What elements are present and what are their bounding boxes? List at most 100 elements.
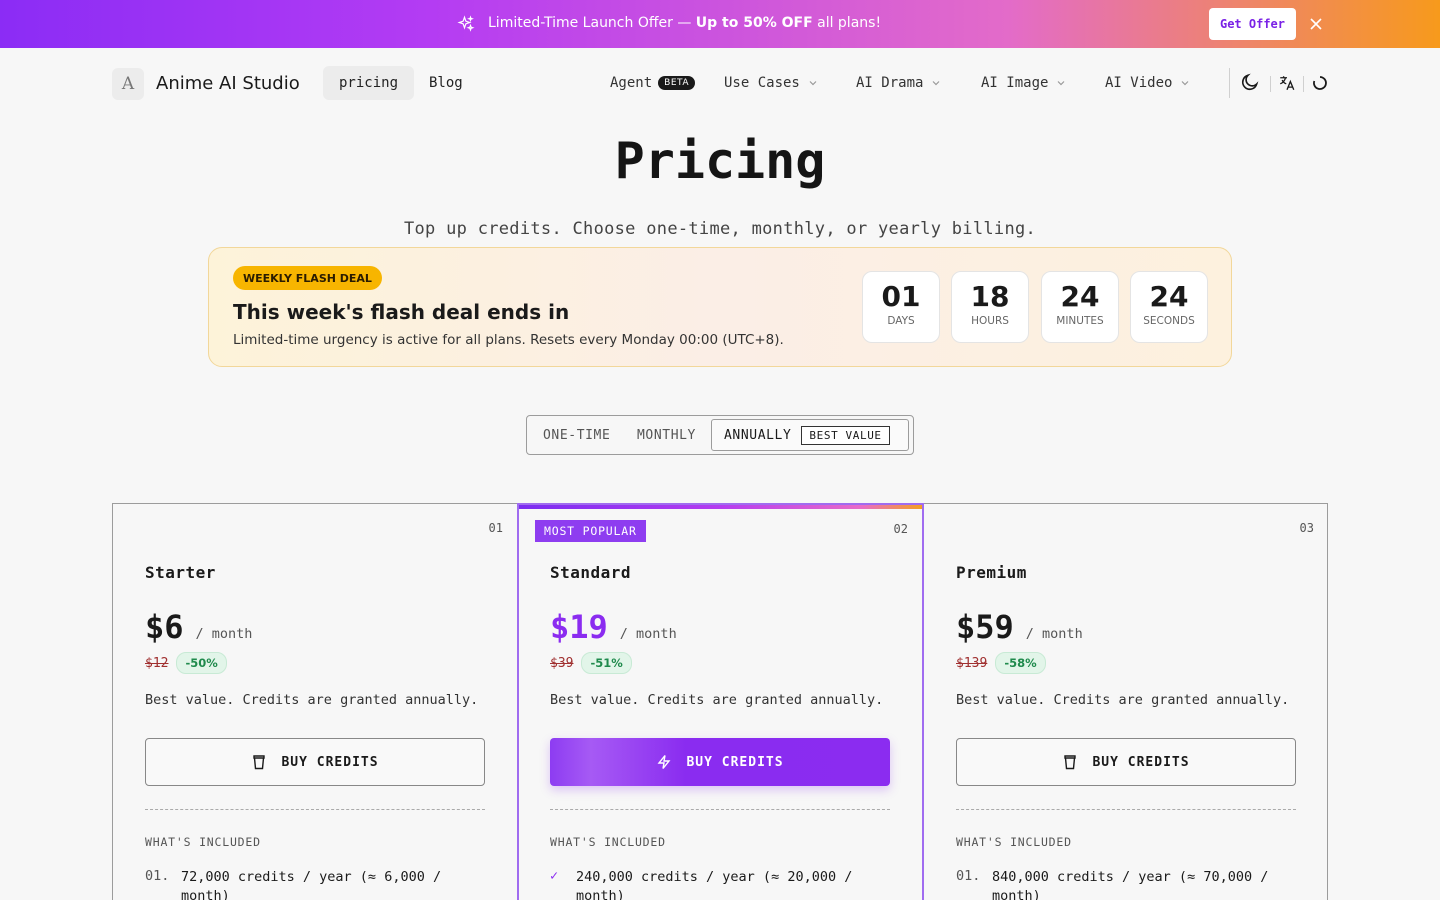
nav-menu-ai-video[interactable]: AI Video [1105, 75, 1190, 91]
buy-button-label: BUY CREDITS [1092, 754, 1190, 770]
discount-badge: -51% [581, 652, 632, 674]
sparkles-icon [457, 15, 475, 32]
plan-name: Premium [956, 563, 1027, 582]
old-price-row: $139 -58% [956, 652, 1046, 674]
announcement-banner: Limited-Time Launch Offer — Up to 50% OF… [0, 0, 1440, 48]
price-row: $6 / month [145, 608, 252, 646]
flash-deal-panel: WEEKLY FLASH DEAL This week's flash deal… [208, 247, 1232, 367]
nav-menu-ai-image[interactable]: AI Image [981, 75, 1066, 91]
old-price: $12 [145, 655, 169, 671]
most-popular-badge: MOST POPULAR [535, 520, 646, 542]
countdown-days: 01 DAYS [862, 271, 940, 343]
price-period: / month [1025, 626, 1083, 642]
price-row: $59 / month [956, 608, 1083, 646]
logo-icon[interactable]: A [112, 68, 144, 100]
banner-text: Limited-Time Launch Offer — Up to 50% OF… [488, 15, 882, 31]
get-offer-button[interactable]: Get Offer [1209, 8, 1296, 40]
plan-number: 02 [893, 522, 908, 536]
plan-name: Standard [550, 563, 632, 582]
countdown-value: 18 [970, 280, 1010, 313]
plan-card-premium: 03 Premium $59 / month $139 -58% Best va… [924, 504, 1328, 900]
feature-index: 01. [145, 868, 170, 884]
nav-item-label: Agent [610, 75, 653, 91]
billing-toggle: ONE-TIME MONTHLY ANNUALLY BEST VALUE [526, 415, 914, 455]
countdown-label: DAYS [887, 315, 915, 327]
feature-text: 72,000 credits / year (≈ 6,000 / month) [181, 869, 442, 900]
countdown-value: 24 [1149, 280, 1189, 313]
brand-name[interactable]: Anime AI Studio [156, 73, 300, 94]
feature-index: 01. [956, 868, 981, 884]
billing-option-annually[interactable]: ANNUALLY BEST VALUE [711, 419, 909, 451]
nav-item-agent[interactable]: Agent BETA [610, 75, 695, 91]
nav-link-pricing[interactable]: pricing [323, 66, 415, 100]
best-value-badge: BEST VALUE [801, 425, 890, 445]
nav-divider [1303, 76, 1304, 92]
moon-icon[interactable] [1240, 72, 1260, 92]
buy-credits-button[interactable]: BUY CREDITS [550, 738, 890, 786]
buy-credits-button[interactable]: BUY CREDITS [956, 738, 1296, 786]
discount-badge: -58% [995, 652, 1046, 674]
price-period: / month [195, 626, 253, 642]
plan-number: 01 [488, 521, 503, 535]
whats-included-heading: WHAT'S INCLUDED [550, 835, 666, 849]
billing-option-one-time[interactable]: ONE-TIME [543, 416, 610, 454]
plan-description: Best value. Credits are granted annually… [956, 692, 1290, 708]
nav-item-label: Use Cases [724, 75, 800, 91]
old-price: $139 [956, 655, 988, 671]
feature-text: 240,000 credits / year (≈ 20,000 / month… [576, 869, 853, 900]
nav-item-label: AI Video [1105, 75, 1173, 91]
price-row: $19 / month [550, 608, 677, 646]
nav-menu-use-cases[interactable]: Use Cases [724, 75, 818, 91]
nav-link-blog[interactable]: Blog [413, 66, 479, 100]
close-icon[interactable] [1308, 16, 1324, 32]
nav-divider [1270, 76, 1271, 92]
nav-menu-ai-drama[interactable]: AI Drama [856, 75, 941, 91]
nav-item-label: AI Drama [856, 75, 924, 91]
flash-deal-description: Limited-time urgency is active for all p… [233, 332, 784, 348]
feature-item: 01. 840,000 credits / year (≈ 70,000 / m… [956, 868, 1292, 900]
chevron-down-icon [809, 81, 817, 86]
pricing-plans: 01 Starter $6 / month $12 -50% Best valu… [112, 503, 1328, 900]
translate-icon[interactable] [1278, 74, 1296, 92]
plan-price: $19 [550, 608, 608, 646]
divider [956, 809, 1296, 810]
buy-credits-button[interactable]: BUY CREDITS [145, 738, 485, 786]
chevron-down-icon [1058, 81, 1065, 86]
old-price-row: $12 -50% [145, 652, 227, 674]
billing-option-label: ANNUALLY [724, 427, 792, 443]
countdown-value: 01 [881, 280, 921, 313]
price-period: / month [619, 626, 677, 642]
plan-description: Best value. Credits are granted annually… [145, 692, 479, 708]
chevron-down-icon [1182, 81, 1189, 86]
coffee-cup-icon [1064, 755, 1077, 770]
nav-divider [1229, 68, 1230, 98]
lightning-icon [657, 755, 671, 769]
plan-price: $6 [145, 608, 184, 646]
coffee-cup-icon [253, 755, 266, 770]
countdown-label: SECONDS [1143, 315, 1195, 327]
loading-spinner-icon [1313, 76, 1327, 90]
page-title: Pricing [614, 132, 826, 190]
billing-option-monthly[interactable]: MONTHLY [637, 416, 696, 454]
flash-deal-badge: WEEKLY FLASH DEAL [233, 266, 382, 290]
countdown-value: 24 [1060, 280, 1100, 313]
divider [145, 809, 485, 810]
plan-card-standard: MOST POPULAR 02 Standard $19 / month $39… [517, 503, 924, 900]
old-price: $39 [550, 655, 574, 671]
plan-description: Best value. Credits are granted annually… [550, 692, 884, 708]
feature-item: 01. 72,000 credits / year (≈ 6,000 / mon… [145, 868, 481, 900]
buy-button-label: BUY CREDITS [686, 754, 784, 770]
countdown-label: HOURS [971, 315, 1009, 327]
countdown-seconds: 24 SECONDS [1130, 271, 1208, 343]
whats-included-heading: WHAT'S INCLUDED [145, 835, 261, 849]
flash-deal-title: This week's flash deal ends in [233, 300, 570, 324]
plan-number: 03 [1299, 521, 1314, 535]
check-icon: ✓ [550, 868, 559, 884]
countdown-minutes: 24 MINUTES [1041, 271, 1119, 343]
buy-button-label: BUY CREDITS [281, 754, 379, 770]
discount-badge: -50% [176, 652, 227, 674]
chevron-down-icon [933, 81, 940, 86]
feature-item: ✓ 240,000 credits / year (≈ 20,000 / mon… [550, 868, 876, 900]
feature-text: 840,000 credits / year (≈ 70,000 / month… [992, 869, 1269, 900]
top-nav: A Anime AI Studio pricing Blog Agent BET… [0, 48, 1440, 120]
